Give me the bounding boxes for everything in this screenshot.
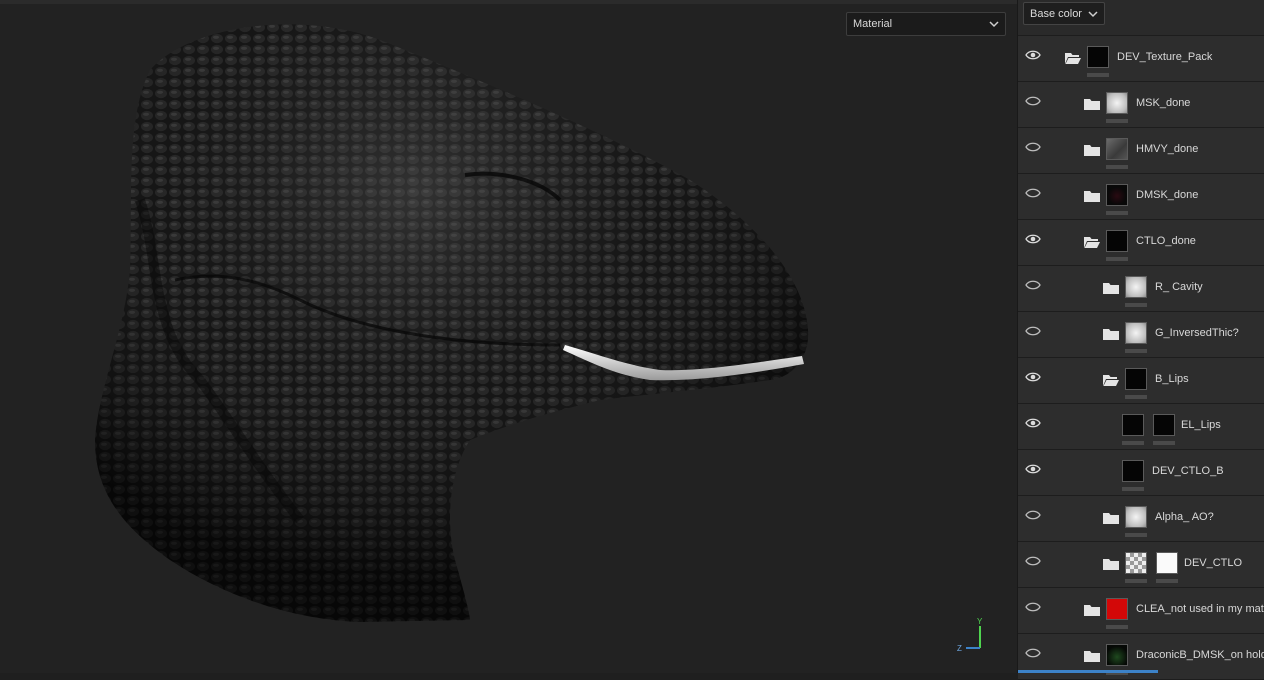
layer-row[interactable]: EL_Lips [1018,404,1264,450]
visibility-eye-icon[interactable] [1025,233,1041,245]
visibility-eye-icon[interactable] [1025,555,1041,567]
layer-thumbnail [1106,138,1128,160]
mask-thumbnail-bar [1156,579,1178,583]
thumbnail-bar [1122,441,1144,445]
layer-name: DEV_Texture_Pack [1117,51,1213,63]
layer-thumbnail [1125,276,1147,298]
mask-thumbnail[interactable] [1153,414,1175,436]
thumbnail-bar [1087,73,1109,77]
layer-row[interactable]: HMVY_done [1018,128,1264,174]
thumbnail-bar [1122,487,1144,491]
layer-name: CLEA_not used in my mat [1136,603,1264,615]
visibility-eye-icon[interactable] [1025,325,1041,337]
viewport-display-dropdown[interactable]: Material [846,12,1006,36]
layer-row[interactable]: DEV_Texture_Pack [1018,35,1264,82]
layer-name: R_ Cavity [1155,281,1203,293]
layer-row[interactable]: DraconicB_DMSK_on hold [1018,634,1264,680]
folder-open-icon[interactable] [1065,51,1081,64]
visibility-eye-icon[interactable] [1025,417,1041,429]
layer-thumbnail [1106,598,1128,620]
layer-row[interactable]: Alpha_ AO? [1018,496,1264,542]
layer-row[interactable]: CLEA_not used in my mat [1018,588,1264,634]
creature-head-model [95,24,809,623]
thumbnail-bar [1106,625,1128,629]
layer-name: Alpha_ AO? [1155,511,1214,523]
visibility-eye-icon[interactable] [1025,601,1041,613]
layer-name: DraconicB_DMSK_on hold [1136,649,1264,661]
visibility-eye-icon[interactable] [1025,371,1041,383]
folder-icon[interactable] [1103,281,1119,294]
chevron-down-icon [1088,11,1098,18]
chevron-down-icon [989,21,999,28]
layer-row[interactable]: B_Lips [1018,358,1264,404]
channel-dropdown[interactable]: Base color [1023,2,1105,25]
thumbnail-bar [1125,579,1147,583]
visibility-eye-icon[interactable] [1025,141,1041,153]
layer-thumbnail [1125,368,1147,390]
visibility-eye-icon[interactable] [1025,279,1041,291]
folder-icon[interactable] [1103,327,1119,340]
visibility-eye-icon[interactable] [1025,95,1041,107]
layer-stack-panel: Base color DEV_Texture_Pack MSK_done HMVY_… [1017,0,1264,680]
visibility-eye-icon[interactable] [1025,509,1041,521]
layer-thumbnail [1125,322,1147,344]
folder-icon[interactable] [1084,603,1100,616]
layer-name: G_InversedThic? [1155,327,1239,339]
mask-thumbnail-bar [1153,441,1175,445]
layer-thumbnail [1106,92,1128,114]
layer-name: MSK_done [1136,97,1191,109]
thumbnail-bar [1125,533,1147,537]
layer-row[interactable]: MSK_done [1018,82,1264,128]
folder-open-icon[interactable] [1103,373,1119,386]
layer-thumbnail [1106,230,1128,252]
thumbnail-bar [1125,303,1147,307]
viewport-display-value: Material [853,18,893,30]
axis-gizmo: Y Z [957,617,983,653]
mask-thumbnail[interactable] [1156,552,1178,574]
axis-z-label: Z [957,644,962,653]
layer-row[interactable]: CTLO_done [1018,220,1264,266]
layer-row[interactable]: R_ Cavity [1018,266,1264,312]
thumbnail-bar [1106,119,1128,123]
layer-row[interactable]: DEV_CTLO_B [1018,450,1264,496]
visibility-eye-icon[interactable] [1025,49,1041,61]
folder-open-icon[interactable] [1084,235,1100,248]
layer-thumbnail [1106,184,1128,206]
layer-name: DEV_CTLO [1184,557,1243,569]
thumbnail-bar [1106,165,1128,169]
layer-thumbnail [1122,414,1144,436]
layer-name: CTLO_done [1136,235,1196,247]
3d-viewport[interactable]: Material Y Z [0,0,1017,673]
folder-icon[interactable] [1084,649,1100,662]
layer-name: B_Lips [1155,373,1189,385]
thumbnail-bar [1106,211,1128,215]
visibility-eye-icon[interactable] [1025,647,1041,659]
thumbnail-bar [1125,349,1147,353]
layer-thumbnail [1087,46,1109,68]
thumbnail-bar [1106,257,1128,261]
layer-row[interactable]: G_InversedThic? [1018,312,1264,358]
layer-thumbnail [1125,552,1147,574]
visibility-eye-icon[interactable] [1025,187,1041,199]
thumbnail-bar [1125,395,1147,399]
folder-icon[interactable] [1084,143,1100,156]
layer-row[interactable]: DMSK_done [1018,174,1264,220]
folder-icon[interactable] [1103,511,1119,524]
layer-row[interactable]: DEV_CTLO [1018,542,1264,588]
layer-name: HMVY_done [1136,143,1199,155]
layer-name: DEV_CTLO_B [1152,465,1224,477]
folder-icon[interactable] [1084,189,1100,202]
layer-thumbnail [1125,506,1147,528]
layer-thumbnail [1122,460,1144,482]
layer-list: DEV_Texture_Pack MSK_done HMVY_done DMSK_do… [1018,35,1264,680]
folder-icon[interactable] [1084,97,1100,110]
layer-thumbnail [1106,644,1128,666]
layer-name: DMSK_done [1136,189,1199,201]
visibility-eye-icon[interactable] [1025,463,1041,475]
axis-y-label: Y [977,617,983,626]
folder-icon[interactable] [1103,557,1119,570]
layer-name: EL_Lips [1181,419,1221,431]
channel-value: Base color [1030,7,1082,20]
